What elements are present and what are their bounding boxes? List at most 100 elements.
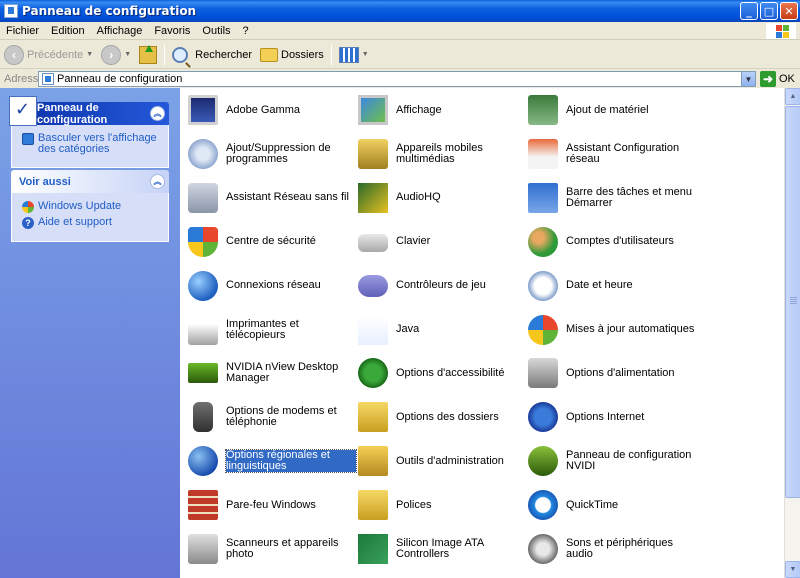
panel-body: Basculer vers l'affichage des catégories [11, 125, 169, 168]
item-label: Centre de sécurité [226, 235, 316, 248]
internet-icon [525, 399, 561, 435]
menu-help[interactable]: ? [237, 25, 255, 37]
item-label: Comptes d'utilisateurs [566, 235, 674, 248]
control-panel-item[interactable]: Mises à jour automatiques [525, 312, 694, 348]
item-label: Assistant Réseau sans fil [226, 191, 349, 204]
control-panel-item[interactable]: Centre de sécurité [185, 224, 316, 260]
folders-icon [260, 47, 278, 62]
back-button[interactable]: ‹ Précédente ▼ [0, 43, 97, 67]
scanner-icon [185, 531, 221, 567]
forward-button[interactable]: › ▼ [97, 43, 135, 67]
title-bar[interactable]: Panneau de configuration _ □ ✕ [0, 0, 800, 22]
control-panel-item[interactable]: Options régionales et linguistiques [185, 443, 357, 479]
clock-icon [525, 268, 561, 304]
help-icon: ? [22, 217, 34, 229]
control-panel-item[interactable]: Connexions réseau [185, 268, 321, 304]
item-label: NVIDIA nView Desktop Manager [226, 361, 339, 385]
vertical-scrollbar[interactable]: ▲ ▼ [784, 88, 800, 578]
chevron-down-icon[interactable]: ▼ [741, 72, 755, 86]
control-panel-item[interactable]: Sons et périphériques audio [525, 531, 696, 567]
control-panel-item[interactable]: Clavier [355, 224, 430, 260]
control-panel-item[interactable]: AudioHQ [355, 180, 441, 216]
control-panel-item[interactable]: Panneau de configuration NVIDI [525, 443, 696, 479]
control-panel-item[interactable]: Ajout de matériel [525, 92, 649, 128]
control-panel-item[interactable]: NVIDIA nView Desktop Manager [185, 355, 356, 391]
control-panel-item[interactable]: Contrôleurs de jeu [355, 268, 486, 304]
scroll-down-button[interactable]: ▼ [785, 561, 800, 578]
menu-favoris[interactable]: Favoris [148, 25, 196, 37]
control-panel-item[interactable]: Appareils mobiles multimédias [355, 136, 526, 172]
toolbar-separator [330, 44, 332, 65]
control-panel-item[interactable]: Scanneurs et appareils photo [185, 531, 356, 567]
menu-edition[interactable]: Edition [45, 25, 91, 37]
control-panel-item[interactable]: Options d'alimentation [525, 355, 675, 391]
search-button[interactable]: Rechercher [168, 43, 256, 67]
control-panel-item[interactable]: Adobe Gamma [185, 92, 300, 128]
control-panel-item[interactable]: Comptes d'utilisateurs [525, 224, 674, 260]
windows-update-link[interactable]: Windows Update [22, 201, 158, 213]
collapse-icon[interactable]: ︽ [150, 106, 165, 121]
minimize-button[interactable]: _ [740, 2, 758, 20]
switch-category-view-link[interactable]: Basculer vers l'affichage des catégories [22, 133, 158, 155]
shield-icon [185, 224, 221, 260]
folders-button[interactable]: Dossiers [256, 43, 328, 67]
close-button[interactable]: ✕ [780, 2, 798, 20]
scroll-up-button[interactable]: ▲ [785, 88, 800, 105]
item-label: Sons et périphériques audio [566, 537, 674, 560]
mobile-devices-icon [355, 136, 391, 172]
menu-outils[interactable]: Outils [196, 25, 236, 37]
control-panel-item[interactable]: Java [355, 312, 419, 348]
views-icon [338, 46, 359, 63]
control-panel-item[interactable]: QuickTime [525, 487, 618, 523]
control-panel-item[interactable]: Date et heure [525, 268, 633, 304]
control-panel-item[interactable]: Options de modems et téléphonie [185, 399, 356, 435]
control-panel-item[interactable]: Silicon Image ATA Controllers [355, 531, 526, 567]
monitor-icon [185, 92, 221, 128]
control-panel-item[interactable]: Options des dossiers [355, 399, 499, 435]
item-label: Scanneurs et appareils photo [226, 537, 339, 560]
display-icon [355, 92, 391, 128]
users-icon [525, 224, 561, 260]
go-arrow-icon[interactable]: ➜ [760, 71, 776, 87]
control-panel-item[interactable]: Affichage [355, 92, 442, 128]
window-title: Panneau de configuration [22, 4, 197, 18]
collapse-icon[interactable]: ︽ [150, 174, 165, 189]
control-panel-item[interactable]: Barre des tâches et menu Démarrer [525, 180, 696, 216]
control-panel-item[interactable]: Polices [355, 487, 431, 523]
scroll-thumb[interactable] [785, 106, 800, 498]
control-panel-item[interactable]: Options Internet [525, 399, 644, 435]
item-label: Contrôleurs de jeu [396, 279, 486, 292]
back-arrow-icon: ‹ [4, 44, 24, 65]
up-button[interactable] [135, 43, 161, 67]
item-label: Imprimantes et télécopieurs [226, 317, 299, 341]
menu-bar: Fichier Edition Affichage Favoris Outils… [0, 22, 800, 40]
network-setup-icon [525, 136, 561, 172]
control-panel-item[interactable]: Options d'accessibilité [355, 355, 505, 391]
address-field[interactable]: Panneau de configuration ▼ [38, 71, 756, 87]
help-support-link[interactable]: ? Aide et support [22, 217, 158, 229]
control-panel-item[interactable]: Ajout/Suppression de programmes [185, 136, 356, 172]
task-pane: Panneau de configuration ︽ Basculer vers… [0, 88, 180, 578]
folders-label: Dossiers [281, 48, 324, 61]
control-panel-item[interactable]: Assistant Réseau sans fil [185, 180, 349, 216]
maximize-button[interactable]: □ [760, 2, 778, 20]
help-support-label: Aide et support [38, 216, 112, 228]
item-label: Barre des tâches et menu Démarrer [566, 185, 692, 209]
hardware-icon [525, 92, 561, 128]
views-button[interactable]: ▼ [335, 43, 373, 67]
item-label: Options régionales et linguistiques [225, 449, 357, 474]
menu-fichier[interactable]: Fichier [0, 25, 45, 37]
control-panel-item[interactable]: Pare-feu Windows [185, 487, 316, 523]
control-panel-item[interactable]: Assistant Configuration réseau [525, 136, 696, 172]
item-label: Options Internet [566, 410, 645, 423]
windows-update-icon [22, 201, 34, 213]
control-panel-item[interactable]: Imprimantes et télécopieurs [185, 312, 356, 348]
menu-affichage[interactable]: Affichage [91, 25, 149, 37]
panel-header[interactable]: Voir aussi ︽ [11, 170, 169, 193]
add-remove-programs-icon [185, 136, 221, 172]
control-panel-item[interactable]: Outils d'administration [355, 443, 504, 479]
go-button[interactable]: OK [779, 73, 795, 85]
item-label: Appareils mobiles multimédias [396, 141, 483, 165]
item-label: Connexions réseau [226, 279, 321, 292]
panel-header[interactable]: Panneau de configuration ︽ [9, 96, 169, 126]
